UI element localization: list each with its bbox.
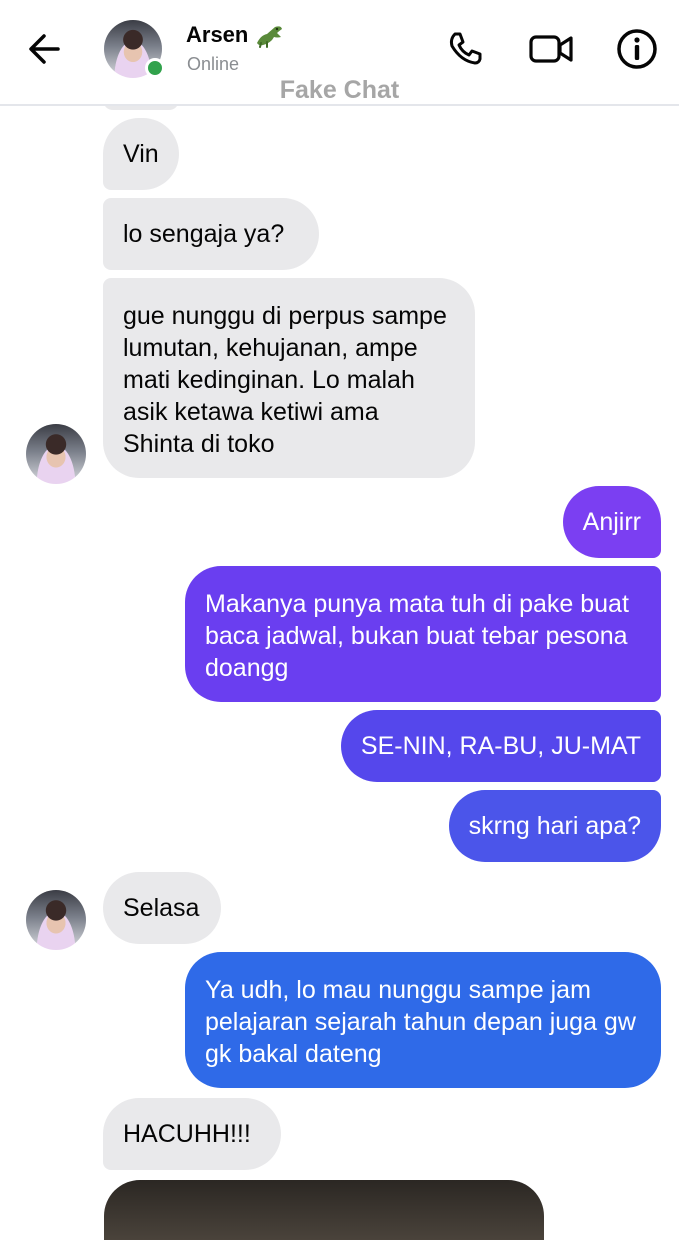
contact-avatar[interactable]: [104, 20, 165, 78]
contact-avatar-small[interactable]: [26, 890, 86, 950]
chat-header: Arsen Online Fake Chat: [0, 0, 679, 106]
online-status: Online: [187, 54, 240, 74]
incoming-message[interactable]: lo sengaja ya?: [103, 198, 319, 270]
outgoing-message[interactable]: Makanya punya mata tuh di pake buat baca…: [185, 566, 661, 702]
info-icon[interactable]: [613, 25, 661, 73]
incoming-message[interactable]: Vin: [103, 118, 179, 190]
online-indicator: [145, 58, 165, 78]
back-arrow-icon[interactable]: [22, 26, 68, 72]
incoming-message[interactable]: Selasa: [103, 872, 221, 944]
video-camera-icon[interactable]: [527, 25, 575, 73]
watermark: Fake Chat: [279, 76, 400, 104]
outgoing-message[interactable]: SE-NIN, RA-BU, JU-MAT: [340, 710, 661, 782]
incoming-message[interactable]: HACUHH!!!: [103, 1098, 281, 1170]
contact-avatar-small[interactable]: [26, 424, 86, 484]
contact-name[interactable]: Arsen: [186, 22, 248, 48]
outgoing-message[interactable]: skrng hari apa?: [448, 790, 661, 862]
outgoing-message[interactable]: Ya udh, lo mau nunggu sampe jam pelajara…: [185, 952, 661, 1088]
crocodile-icon: [257, 26, 282, 48]
outgoing-message[interactable]: Anjirr: [562, 486, 661, 558]
incoming-message[interactable]: gue nunggu di perpus sampe lumutan, kehu…: [103, 278, 475, 478]
phone-icon[interactable]: [441, 25, 489, 73]
image-message-preview[interactable]: [104, 1180, 544, 1240]
